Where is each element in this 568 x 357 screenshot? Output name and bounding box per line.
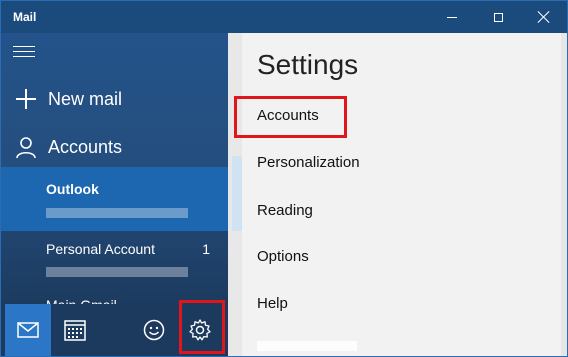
settings-item-more-redacted bbox=[257, 341, 357, 351]
feedback-icon[interactable] bbox=[131, 304, 177, 356]
message-list-selection bbox=[232, 156, 242, 231]
gear-highlight-box bbox=[179, 300, 225, 354]
settings-item-options[interactable]: Options bbox=[257, 248, 309, 265]
maximize-button[interactable] bbox=[475, 1, 521, 33]
account-item-outlook[interactable]: Outlook bbox=[1, 167, 228, 231]
minimize-icon bbox=[447, 16, 457, 18]
settings-item-reading[interactable]: Reading bbox=[257, 202, 313, 219]
settings-item-personalization[interactable]: Personalization bbox=[257, 154, 360, 171]
new-mail-label: New mail bbox=[48, 88, 123, 109]
maximize-icon bbox=[493, 12, 503, 22]
accounts-button[interactable]: Accounts bbox=[1, 127, 228, 167]
settings-panel bbox=[242, 33, 561, 356]
title-bar: Mail bbox=[1, 1, 567, 33]
close-button[interactable] bbox=[521, 1, 567, 33]
accounts-label: Accounts bbox=[48, 136, 123, 157]
account-email-redacted bbox=[46, 208, 188, 218]
close-icon bbox=[538, 11, 550, 23]
scrollbar[interactable] bbox=[561, 33, 567, 356]
mail-icon[interactable] bbox=[5, 304, 51, 356]
calendar-icon[interactable] bbox=[52, 304, 98, 356]
unread-count: 1 bbox=[202, 241, 210, 257]
settings-title: Settings bbox=[257, 49, 359, 80]
accounts-highlight-box bbox=[234, 96, 347, 138]
plus-icon bbox=[16, 89, 36, 109]
hamburger-menu-icon[interactable] bbox=[13, 46, 35, 60]
new-mail-button[interactable]: New mail bbox=[1, 79, 228, 119]
settings-item-help[interactable]: Help bbox=[257, 295, 288, 312]
minimize-button[interactable] bbox=[429, 1, 475, 33]
mail-window: Mail New mail Accounts Outlook Personal … bbox=[0, 0, 568, 357]
account-email-redacted bbox=[46, 267, 188, 277]
account-name: Personal Account bbox=[46, 241, 155, 257]
account-item-personal[interactable]: Personal Account 1 bbox=[1, 231, 228, 293]
person-icon bbox=[16, 137, 36, 159]
account-name: Outlook bbox=[46, 181, 99, 197]
app-title: Mail bbox=[13, 10, 37, 24]
